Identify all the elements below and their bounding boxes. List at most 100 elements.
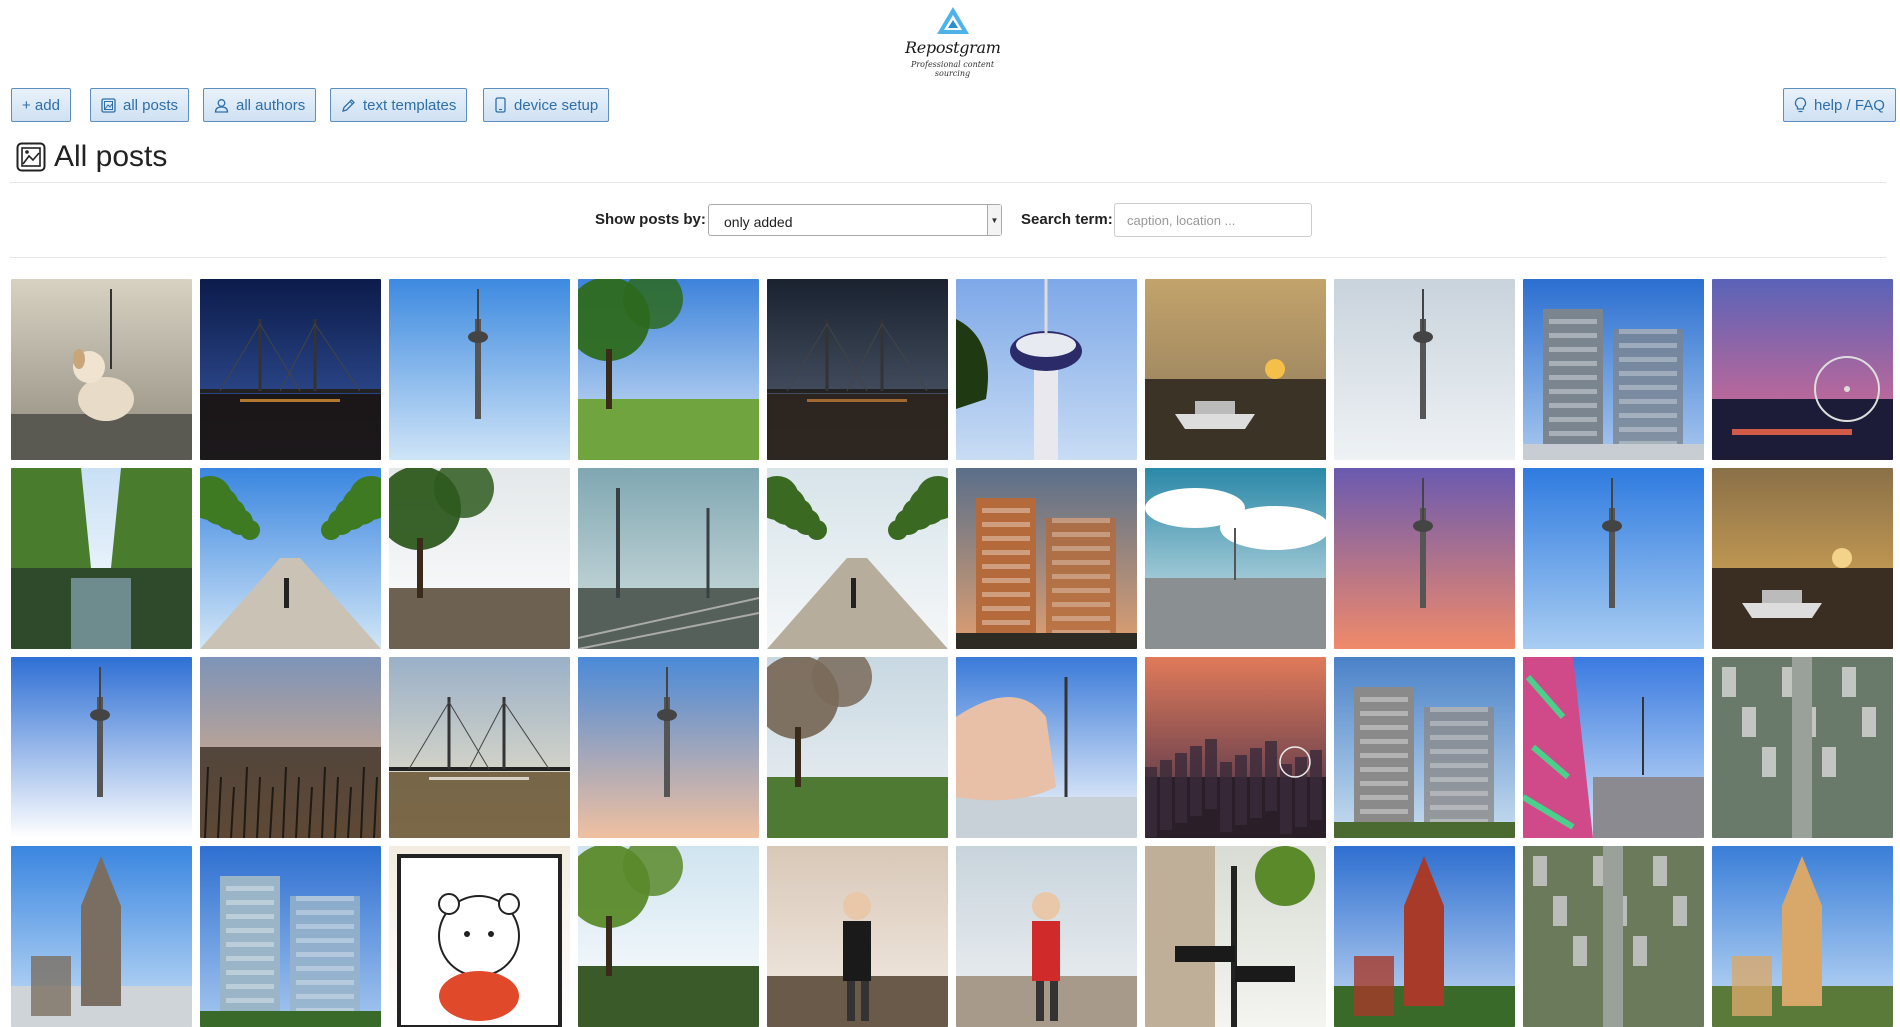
post-image	[956, 279, 1137, 460]
post-image	[578, 468, 759, 649]
add-button-label: + add	[22, 96, 60, 114]
post-image	[389, 279, 570, 460]
show-posts-label: Show posts by:	[595, 211, 706, 228]
post-image	[1334, 279, 1515, 460]
post-thumbnail[interactable]	[956, 468, 1137, 649]
post-image	[1712, 657, 1893, 838]
post-image	[1334, 657, 1515, 838]
post-image	[1523, 657, 1704, 838]
post-image	[11, 279, 192, 460]
post-thumbnail[interactable]	[1145, 279, 1326, 460]
post-thumbnail[interactable]	[389, 846, 570, 1027]
page-title: All posts	[16, 140, 167, 174]
all-authors-label: all authors	[236, 96, 306, 114]
show-posts-select[interactable]: only added ▼	[708, 204, 1002, 236]
brand-logo[interactable]: Repostgram Professional content sourcing	[905, 6, 1001, 84]
post-thumbnail[interactable]	[767, 657, 948, 838]
post-thumbnail[interactable]	[1334, 657, 1515, 838]
user-icon	[214, 98, 229, 113]
post-thumbnail[interactable]	[956, 846, 1137, 1027]
post-thumbnail[interactable]	[200, 468, 381, 649]
post-image	[578, 279, 759, 460]
post-thumbnail[interactable]	[1523, 657, 1704, 838]
post-image	[200, 657, 381, 838]
post-thumbnail[interactable]	[11, 657, 192, 838]
posts-image-icon	[16, 142, 46, 172]
post-thumbnail[interactable]	[956, 657, 1137, 838]
help-faq-button[interactable]: help / FAQ	[1783, 88, 1896, 122]
post-thumbnail[interactable]	[1712, 657, 1893, 838]
help-faq-label: help / FAQ	[1814, 96, 1885, 114]
post-thumbnail[interactable]	[578, 279, 759, 460]
title-divider	[10, 182, 1886, 183]
post-thumbnail[interactable]	[200, 846, 381, 1027]
post-image	[1712, 279, 1893, 460]
post-thumbnail[interactable]	[767, 846, 948, 1027]
post-image	[767, 846, 948, 1027]
page-heading: All posts	[54, 140, 168, 173]
search-term-label: Search term:	[1021, 211, 1113, 228]
post-image	[1712, 846, 1893, 1027]
post-thumbnail[interactable]	[1523, 468, 1704, 649]
post-thumbnail[interactable]	[1334, 846, 1515, 1027]
post-thumbnail[interactable]	[578, 657, 759, 838]
post-thumbnail[interactable]	[389, 468, 570, 649]
logo-mark-icon	[936, 7, 969, 34]
post-image	[11, 657, 192, 838]
text-templates-button[interactable]: text templates	[330, 88, 468, 122]
post-thumbnail[interactable]	[200, 657, 381, 838]
post-thumbnail[interactable]	[11, 468, 192, 649]
post-thumbnail[interactable]	[1712, 846, 1893, 1027]
post-thumbnail[interactable]	[1523, 846, 1704, 1027]
all-posts-button[interactable]: all posts	[90, 88, 190, 122]
device-setup-button[interactable]: device setup	[483, 88, 610, 122]
post-image	[389, 657, 570, 838]
post-image	[956, 657, 1137, 838]
mobile-device-icon	[495, 97, 506, 113]
post-thumbnail[interactable]	[1145, 846, 1326, 1027]
all-authors-button[interactable]: all authors	[203, 88, 317, 122]
post-thumbnail[interactable]	[200, 279, 381, 460]
post-thumbnail[interactable]	[1712, 468, 1893, 649]
post-image	[389, 468, 570, 649]
post-thumbnail[interactable]	[11, 279, 192, 460]
post-image	[1145, 846, 1326, 1027]
post-thumbnail[interactable]	[956, 279, 1137, 460]
post-image	[1523, 846, 1704, 1027]
post-image	[767, 279, 948, 460]
post-image	[11, 846, 192, 1027]
post-thumbnail[interactable]	[1523, 279, 1704, 460]
post-thumbnail[interactable]	[767, 279, 948, 460]
post-thumbnail[interactable]	[1334, 279, 1515, 460]
post-thumbnail[interactable]	[767, 468, 948, 649]
post-thumbnail[interactable]	[1712, 279, 1893, 460]
post-image	[389, 846, 570, 1027]
post-image	[200, 846, 381, 1027]
text-templates-label: text templates	[363, 96, 457, 114]
post-thumbnail[interactable]	[578, 846, 759, 1027]
post-thumbnail[interactable]	[1334, 468, 1515, 649]
device-setup-label: device setup	[514, 96, 599, 114]
posts-grid	[11, 279, 1893, 1027]
post-image	[767, 657, 948, 838]
post-image	[11, 468, 192, 649]
post-thumbnail[interactable]	[389, 657, 570, 838]
post-image	[200, 468, 381, 649]
post-image	[1334, 846, 1515, 1027]
post-image	[200, 279, 381, 460]
post-thumbnail[interactable]	[1145, 657, 1326, 838]
post-image	[1145, 279, 1326, 460]
post-image	[1523, 279, 1704, 460]
post-thumbnail[interactable]	[1145, 468, 1326, 649]
post-thumbnail[interactable]	[578, 468, 759, 649]
post-image	[1145, 657, 1326, 838]
chevron-down-icon[interactable]: ▼	[987, 205, 1001, 235]
post-thumbnail[interactable]	[11, 846, 192, 1027]
post-image	[1145, 468, 1326, 649]
add-button[interactable]: + add	[11, 88, 71, 122]
post-image	[767, 468, 948, 649]
post-image	[1523, 468, 1704, 649]
post-thumbnail[interactable]	[389, 279, 570, 460]
search-input[interactable]	[1114, 203, 1312, 237]
filters-divider	[10, 257, 1886, 258]
